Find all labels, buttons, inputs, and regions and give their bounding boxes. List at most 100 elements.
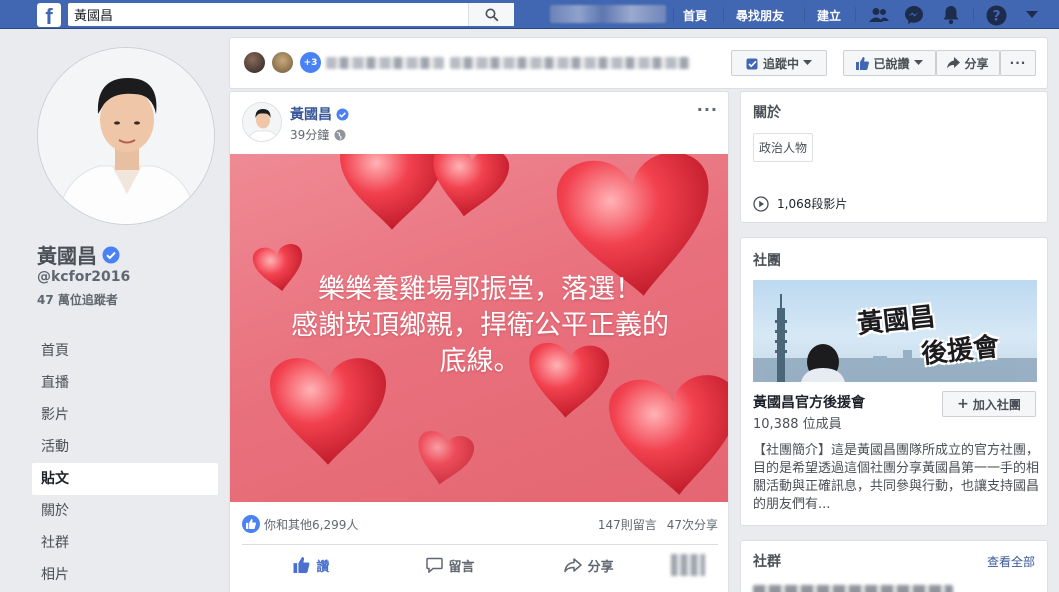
videos-count: 1,068段影片 bbox=[777, 197, 848, 211]
like-button[interactable]: 讚 bbox=[242, 550, 381, 580]
page-handle[interactable]: @kcfor2016 bbox=[37, 269, 130, 285]
facebook-logo-icon[interactable]: f bbox=[37, 3, 61, 27]
post-author-name[interactable]: 黃國昌 bbox=[290, 104, 332, 124]
nav-create-link[interactable]: 建立 bbox=[817, 7, 841, 24]
sidebar-item-posts[interactable]: 貼文 bbox=[32, 463, 218, 495]
friends-icon[interactable] bbox=[868, 4, 890, 26]
nav-divider bbox=[723, 7, 724, 22]
caption-line: 樂樂養雞場郭振堂，落選！ bbox=[318, 274, 642, 305]
nav-divider bbox=[804, 7, 805, 22]
category-chip[interactable]: 政治人物 bbox=[753, 133, 814, 162]
nav-find-friends-link[interactable]: 尋找朋友 bbox=[736, 7, 784, 24]
comment-button[interactable]: 留言 bbox=[381, 550, 520, 580]
share-arrow-icon bbox=[563, 557, 582, 572]
group-cover-image[interactable]: 黃國昌 後援會 bbox=[753, 280, 1037, 382]
post-meta: 39分鐘 bbox=[290, 126, 346, 143]
post-options-icon[interactable]: ··· bbox=[697, 100, 718, 119]
verified-badge-icon bbox=[102, 246, 120, 263]
sidebar-item-community[interactable]: 社群 bbox=[32, 527, 218, 559]
follow-button[interactable]: 追蹤中 bbox=[731, 50, 827, 76]
share-button[interactable]: 分享 bbox=[519, 550, 658, 580]
comment-icon bbox=[425, 557, 443, 573]
friend-avatar[interactable] bbox=[242, 50, 267, 75]
sidebar-item-events[interactable]: 活動 bbox=[32, 431, 218, 463]
help-icon[interactable]: ? bbox=[985, 4, 1007, 26]
sidebar-item-videos[interactable]: 影片 bbox=[32, 399, 218, 431]
blurred-friends-text bbox=[450, 57, 690, 69]
community-title[interactable]: 社群 bbox=[753, 551, 781, 571]
globe-icon bbox=[334, 129, 346, 140]
nav-home-link[interactable]: 首頁 bbox=[683, 7, 707, 24]
post-image-caption: 樂樂養雞場郭振堂，落選！ 感謝崁頂鄉親，捍衛公平正義的 底線。 bbox=[250, 272, 710, 380]
page-sidebar-nav: 首頁 直播 影片 活動 貼文 關於 社群 相片 bbox=[32, 335, 218, 591]
plus-icon: + bbox=[957, 396, 969, 412]
search-input[interactable] bbox=[68, 3, 468, 26]
share-arrow-icon bbox=[947, 57, 961, 69]
share-button-label: 分享 bbox=[587, 559, 614, 575]
sidebar-item-photos[interactable]: 相片 bbox=[32, 559, 218, 591]
blurred-friends-text bbox=[326, 57, 444, 69]
top-navigation-bar: f 首頁 尋找朋友 建立 ? bbox=[0, 0, 1059, 29]
svg-text:?: ? bbox=[992, 8, 1000, 24]
notifications-icon[interactable] bbox=[940, 4, 962, 26]
follow-check-icon bbox=[746, 58, 758, 69]
thumbs-up-icon bbox=[856, 56, 870, 70]
share-page-button[interactable]: 分享 bbox=[936, 50, 1000, 76]
nav-divider bbox=[973, 7, 974, 22]
page-title: 黃國昌 bbox=[37, 240, 120, 269]
sidebar-item-live[interactable]: 直播 bbox=[32, 367, 218, 399]
post-author-avatar[interactable] bbox=[242, 102, 282, 142]
sidebar-item-about[interactable]: 關於 bbox=[32, 495, 218, 527]
profile-shortcut-blurred[interactable] bbox=[550, 5, 666, 23]
search-icon bbox=[485, 8, 498, 21]
account-menu-icon[interactable] bbox=[1021, 4, 1043, 26]
more-options-button[interactable]: ··· bbox=[1000, 50, 1036, 76]
about-title[interactable]: 關於 bbox=[753, 102, 781, 122]
chevron-down-icon bbox=[803, 60, 812, 65]
like-button-label: 讚 bbox=[316, 559, 330, 575]
caption-line: 底線。 bbox=[439, 346, 521, 377]
community-card: 社群 查看全部 bbox=[740, 540, 1048, 592]
more-friends-badge[interactable]: +3 bbox=[298, 50, 323, 75]
profile-picture[interactable] bbox=[37, 47, 215, 225]
reactions-summary: 你和其他6,299人 147則留言 47次分享 bbox=[242, 512, 718, 536]
post-image[interactable]: 樂樂養雞場郭振堂，落選！ 感謝崁頂鄉親，捍衛公平正義的 底線。 bbox=[230, 154, 728, 502]
join-group-label: 加入社團 bbox=[972, 397, 1021, 412]
engagement-counts: 147則留言 47次分享 bbox=[598, 516, 718, 533]
groups-title[interactable]: 社團 bbox=[753, 250, 781, 270]
comments-count[interactable]: 147則留言 bbox=[598, 516, 657, 533]
liked-button-label: 已說讚 bbox=[873, 56, 910, 71]
videos-row[interactable]: 1,068段影片 bbox=[753, 195, 847, 212]
messenger-icon[interactable] bbox=[903, 4, 925, 26]
join-group-button[interactable]: + 加入社團 bbox=[942, 391, 1036, 417]
chevron-down-icon bbox=[913, 60, 923, 65]
shares-count[interactable]: 47次分享 bbox=[667, 516, 718, 533]
thumbs-up-icon bbox=[293, 557, 310, 573]
page-action-bar: +3 追蹤中 已說讚 分享 ··· bbox=[229, 37, 1048, 89]
followers-count: 47 萬位追蹤者 bbox=[37, 293, 118, 307]
page-name-text[interactable]: 黃國昌 bbox=[37, 240, 97, 269]
post-action-bar: 讚 留言 分享 bbox=[242, 550, 718, 580]
like-reaction-icon[interactable] bbox=[242, 515, 260, 533]
about-card: 關於 政治人物 1,068段影片 bbox=[740, 91, 1048, 223]
caption-line: 感謝崁頂鄉親，捍衛公平正義的 bbox=[291, 310, 669, 341]
reactions-count[interactable]: 你和其他6,299人 bbox=[264, 516, 358, 533]
post-timestamp[interactable]: 39分鐘 bbox=[290, 126, 329, 143]
verified-badge-icon bbox=[336, 108, 349, 120]
search-bar bbox=[68, 3, 514, 26]
friend-avatar[interactable] bbox=[270, 50, 295, 75]
group-members: 10,388 位成員 bbox=[753, 417, 842, 432]
liked-button[interactable]: 已說讚 bbox=[843, 50, 936, 76]
group-name[interactable]: 黃國昌官方後援會 bbox=[753, 392, 865, 412]
groups-card: 社團 黃國昌 後援會 黃國昌官方後援會 10,388 位成員 + 加入社團 【社… bbox=[740, 237, 1048, 526]
search-button[interactable] bbox=[468, 3, 514, 26]
see-all-link[interactable]: 查看全部 bbox=[987, 553, 1035, 570]
nav-divider bbox=[673, 7, 674, 22]
sidebar-item-home[interactable]: 首頁 bbox=[32, 335, 218, 367]
post-card: 黃國昌 39分鐘 ··· 樂樂養雞場郭振堂，落選！ 感謝崁頂鄉親，捍衛公平正義的… bbox=[229, 91, 729, 592]
follow-button-label: 追蹤中 bbox=[762, 56, 799, 71]
blurred-avatar bbox=[671, 554, 706, 576]
nav-divider bbox=[855, 7, 856, 22]
group-description: 【社團簡介】這是黃國昌團隊所成立的官方社團，目的是希望透過這個社團分享黃國昌第一… bbox=[753, 443, 1039, 512]
react-as-selector[interactable] bbox=[658, 550, 718, 580]
